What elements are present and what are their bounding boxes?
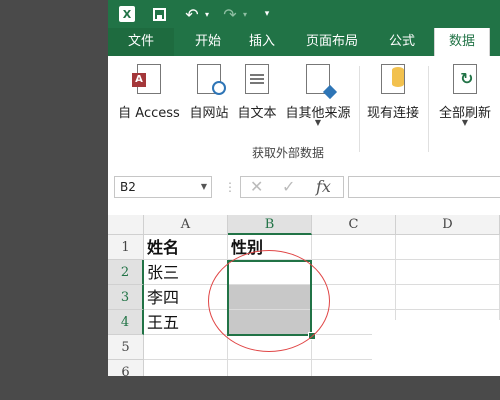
undo-dropdown-icon[interactable]: ▾ bbox=[203, 4, 211, 24]
ribbon-tabs: 文件 开始 插入 页面布局 公式 数据 bbox=[108, 28, 500, 57]
insert-function-icon[interactable]: fx bbox=[316, 176, 331, 198]
row-header-3[interactable]: 3 bbox=[108, 285, 144, 310]
column-header-d[interactable]: D bbox=[396, 215, 500, 235]
select-all-corner[interactable] bbox=[108, 215, 144, 235]
tab-home[interactable]: 开始 bbox=[184, 28, 232, 56]
cell-c1[interactable] bbox=[312, 235, 396, 260]
cell-a5[interactable] bbox=[144, 335, 228, 360]
annotation-circle bbox=[208, 250, 330, 352]
formula-bar: B2 ▼ ⋮ ✕ ✓ fx bbox=[108, 166, 500, 208]
row-header-2[interactable]: 2 bbox=[108, 260, 144, 285]
other-sources-icon bbox=[306, 64, 330, 94]
cancel-icon[interactable]: ✕ bbox=[250, 176, 263, 198]
column-header-b[interactable]: B bbox=[228, 215, 312, 235]
title-bar: X ↶ ▾ ↷ ▾ ▾ bbox=[108, 0, 500, 28]
tab-insert[interactable]: 插入 bbox=[238, 28, 286, 56]
redo-icon[interactable]: ↷ bbox=[220, 4, 240, 24]
undo-icon[interactable]: ↶ bbox=[182, 4, 202, 24]
row-header-5[interactable]: 5 bbox=[108, 335, 144, 360]
row-header-4[interactable]: 4 bbox=[108, 310, 144, 335]
tab-file[interactable]: 文件 bbox=[108, 28, 174, 56]
existing-connections-label: 现有连接 bbox=[366, 106, 419, 121]
tab-data[interactable]: 数据 bbox=[434, 28, 490, 57]
tab-formulas[interactable]: 公式 bbox=[378, 28, 426, 56]
from-text-button[interactable]: 自文本 bbox=[234, 56, 280, 136]
excel-window: X ↶ ▾ ↷ ▾ ▾ 文件 开始 插入 页面布局 公式 数据 自 Access… bbox=[108, 0, 500, 376]
from-web-label: 自网站 bbox=[189, 106, 229, 121]
redo-dropdown-icon[interactable]: ▾ bbox=[241, 4, 249, 24]
refresh-all-icon bbox=[453, 64, 477, 94]
web-icon bbox=[197, 64, 226, 95]
formula-bar-grip-icon[interactable]: ⋮ bbox=[224, 176, 236, 198]
access-icon bbox=[132, 64, 161, 94]
cell-a1[interactable]: 姓名 bbox=[144, 235, 228, 260]
from-web-button[interactable]: 自网站 bbox=[186, 56, 232, 136]
from-access-label: 自 Access bbox=[118, 106, 180, 121]
column-header-a[interactable]: A bbox=[144, 215, 228, 235]
text-file-icon bbox=[245, 64, 269, 94]
row-header-6[interactable]: 6 bbox=[108, 360, 144, 376]
group-get-external-data: 获取外部数据 bbox=[251, 146, 324, 160]
from-other-sources-button[interactable]: 自其他来源 ▼ bbox=[282, 56, 354, 136]
chevron-down-icon: ▼ bbox=[314, 118, 322, 127]
enter-icon[interactable]: ✓ bbox=[282, 176, 295, 198]
from-access-button[interactable]: 自 Access bbox=[114, 56, 184, 136]
excel-logo-letter: X bbox=[119, 6, 135, 22]
cell-d1[interactable] bbox=[396, 235, 500, 260]
cell-d3[interactable] bbox=[396, 285, 500, 310]
name-box-dropdown-icon[interactable]: ▼ bbox=[197, 176, 211, 198]
blank-area bbox=[372, 320, 500, 376]
ribbon-separator bbox=[359, 66, 360, 152]
formula-input[interactable] bbox=[348, 176, 500, 198]
cell-d2[interactable] bbox=[396, 260, 500, 285]
cell-a6[interactable] bbox=[144, 360, 228, 376]
ribbon-panel: 自 Access 自网站 自文本 自其他来源 ▼ 现有连接 全部刷新 ▼ 获取外… bbox=[108, 56, 500, 167]
ribbon-separator bbox=[428, 66, 429, 152]
existing-connections-icon bbox=[381, 64, 405, 94]
from-text-label: 自文本 bbox=[237, 106, 277, 121]
chevron-down-icon: ▼ bbox=[461, 118, 469, 127]
cell-b6[interactable] bbox=[228, 360, 312, 376]
tab-page-layout[interactable]: 页面布局 bbox=[294, 28, 370, 56]
customize-quick-access-icon[interactable]: ▾ bbox=[262, 4, 272, 24]
row-header-1[interactable]: 1 bbox=[108, 235, 144, 260]
excel-icon[interactable]: X bbox=[117, 4, 137, 24]
save-icon[interactable] bbox=[150, 4, 168, 24]
column-header-c[interactable]: C bbox=[312, 215, 396, 235]
refresh-all-button[interactable]: 全部刷新 ▼ bbox=[434, 56, 496, 136]
worksheet-grid: A B C D 1 2 3 4 5 6 姓名 性别 张三 李四 王五 bbox=[108, 208, 500, 376]
existing-connections-button[interactable]: 现有连接 bbox=[363, 56, 423, 136]
